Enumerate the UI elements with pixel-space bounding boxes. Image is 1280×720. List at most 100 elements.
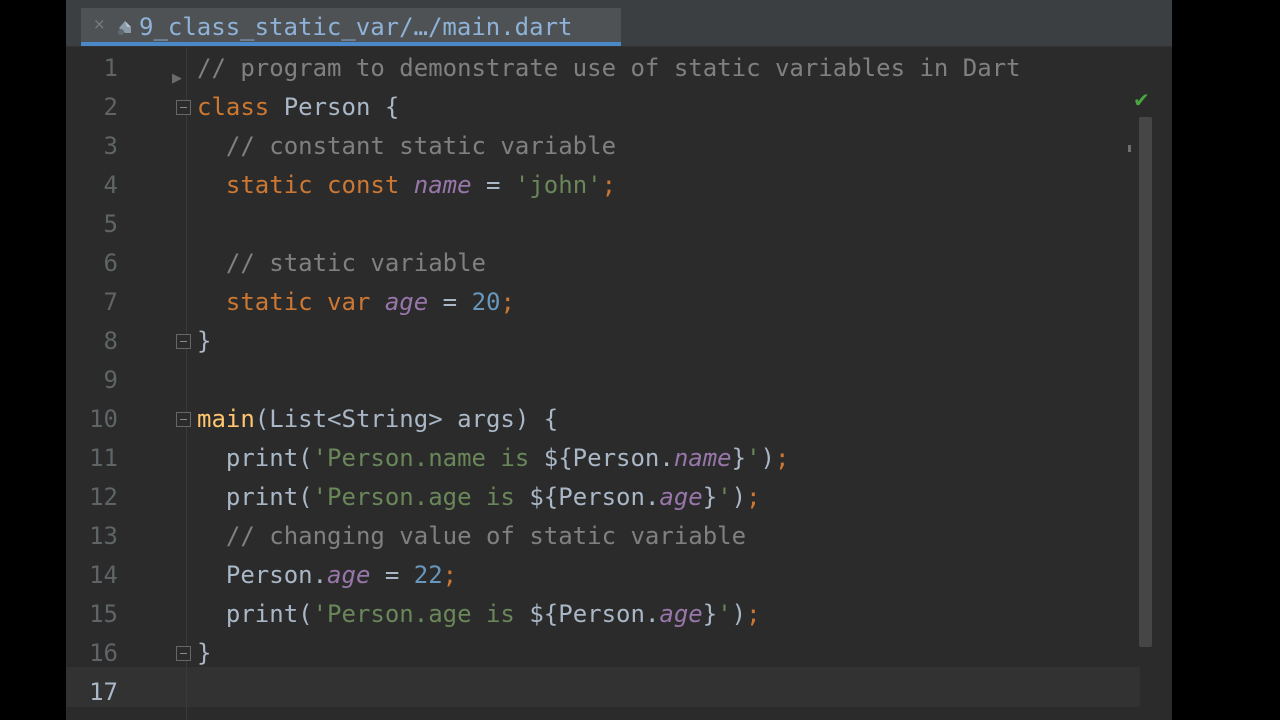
code-token: = — [370, 561, 414, 589]
code-token: ; — [746, 600, 761, 628]
code-text: print('Person.name is ${Person.name}'); — [197, 439, 790, 478]
code-token: ; — [746, 483, 761, 511]
code-line[interactable]: 14 Person.age = 22; — [66, 556, 1140, 595]
code-token: age — [384, 288, 429, 316]
code-token: ; — [442, 561, 458, 589]
code-token: = — [428, 288, 472, 316]
scrollbar-marker — [1128, 145, 1131, 152]
code-text: print('Person.age is ${Person.age}'); — [197, 595, 761, 634]
code-token: 'Person.age is — [312, 600, 530, 628]
code-token: 'Person.age is — [312, 483, 530, 511]
run-arrow-icon[interactable]: ▶ — [172, 71, 182, 86]
code-line[interactable]: 4 static const name = 'john'; — [66, 166, 1140, 205]
fold-end-icon[interactable] — [176, 334, 191, 349]
left-black-border — [0, 0, 66, 720]
code-token: Person. — [197, 561, 328, 589]
code-line[interactable]: 5 — [66, 205, 1140, 244]
line-number: 7 — [103, 288, 118, 316]
code-text: static var age = 20; — [197, 283, 515, 322]
code-token: ; — [774, 444, 790, 472]
code-token: age — [659, 483, 703, 511]
code-token: 22 — [413, 561, 443, 589]
code-text: // constant static variable — [197, 127, 616, 166]
ide-window: × 9_class_static_var/…/main.dart 1 ▶ // pr… — [66, 0, 1172, 720]
code-token: ' — [717, 483, 732, 511]
fold-end-icon[interactable] — [176, 646, 191, 661]
code-token: // static variable — [197, 249, 486, 277]
code-token: Person { — [269, 93, 400, 121]
line-number: 16 — [89, 639, 118, 667]
code-line[interactable]: 11 print('Person.name is ${Person.name}'… — [66, 439, 1140, 478]
code-token: name — [673, 444, 732, 472]
code-line[interactable]: 6 // static variable — [66, 244, 1140, 283]
code-line[interactable]: 7 static var age = 20; — [66, 283, 1140, 322]
line-number: 3 — [103, 132, 118, 160]
code-line[interactable]: 17 — [66, 673, 1140, 712]
code-line[interactable]: 10 main(List<String> args) { — [66, 400, 1140, 439]
right-black-border — [1172, 0, 1280, 720]
code-text: main(List<String> args) { — [197, 400, 558, 439]
line-number: 11 — [89, 444, 118, 472]
code-line[interactable]: 15 print('Person.age is ${Person.age}'); — [66, 595, 1140, 634]
code-token: } — [731, 444, 747, 472]
line-number: 14 — [89, 561, 118, 589]
code-token: print( — [197, 483, 313, 511]
code-token: main — [197, 405, 255, 433]
code-token: static const — [197, 171, 414, 199]
code-token: print( — [197, 600, 313, 628]
code-editor[interactable]: 1 ▶ // program to demonstrate use of stati… — [66, 47, 1172, 720]
line-number: 12 — [89, 483, 118, 511]
line-number: 15 — [89, 600, 118, 628]
code-line[interactable]: 13 // changing value of static variable — [66, 517, 1140, 556]
code-token: age — [659, 600, 703, 628]
vertical-scrollbar[interactable] — [1139, 117, 1152, 647]
code-text: Person.age = 22; — [197, 556, 457, 595]
code-token: 'john' — [514, 171, 602, 199]
code-token: ) — [760, 444, 775, 472]
code-token: class — [197, 93, 270, 121]
code-text: static const name = 'john'; — [197, 166, 616, 205]
code-line[interactable]: 2 class Person { — [66, 88, 1140, 127]
code-token: static var — [197, 288, 385, 316]
code-token: } — [702, 483, 718, 511]
line-number: 4 — [103, 171, 118, 199]
code-line[interactable]: 9 — [66, 361, 1140, 400]
code-line[interactable]: 3 // constant static variable — [66, 127, 1140, 166]
code-text: class Person { — [197, 88, 399, 127]
editor-tab-main-dart[interactable]: × 9_class_static_var/…/main.dart — [81, 8, 621, 46]
tab-label: 9_class_static_var/…/main.dart — [139, 13, 573, 41]
code-token: name — [413, 171, 472, 199]
code-token: ${Person. — [529, 600, 660, 628]
code-text: } — [197, 322, 211, 361]
code-token: ) — [731, 483, 747, 511]
code-text: // changing value of static variable — [197, 517, 746, 556]
inspection-ok-icon[interactable]: ✔ — [1133, 89, 1150, 111]
code-token: ${Person. — [529, 483, 660, 511]
code-line[interactable]: 1 ▶ // program to demonstrate use of stati… — [66, 49, 1140, 88]
code-line[interactable]: 12 print('Person.age is ${Person.age}'); — [66, 478, 1140, 517]
code-token: age — [327, 561, 371, 589]
code-token: ' — [717, 600, 732, 628]
line-number: 1 — [103, 54, 118, 82]
fold-start-icon[interactable] — [176, 412, 191, 427]
code-text: print('Person.age is ${Person.age}'); — [197, 478, 761, 517]
tab-close-icon[interactable]: × — [93, 15, 106, 33]
code-line[interactable]: 8} — [66, 322, 1140, 361]
line-number: 5 — [103, 210, 118, 238]
dart-file-icon — [118, 21, 131, 35]
code-token: ; — [500, 288, 515, 316]
code-token: ; — [601, 171, 617, 199]
code-token: 'Person.name is — [312, 444, 544, 472]
code-line[interactable]: 16} — [66, 634, 1140, 673]
line-number: 13 — [89, 522, 118, 550]
fold-start-icon[interactable] — [176, 100, 191, 115]
code-token: ' — [746, 444, 761, 472]
code-token: } — [197, 327, 212, 355]
code-token: (List<String> args) { — [254, 405, 559, 433]
code-token: } — [197, 639, 212, 667]
code-text: } — [197, 634, 211, 673]
code-text: // static variable — [197, 244, 486, 283]
code-token: ) — [731, 600, 747, 628]
line-number: 10 — [89, 405, 118, 433]
code-token: = — [471, 171, 515, 199]
